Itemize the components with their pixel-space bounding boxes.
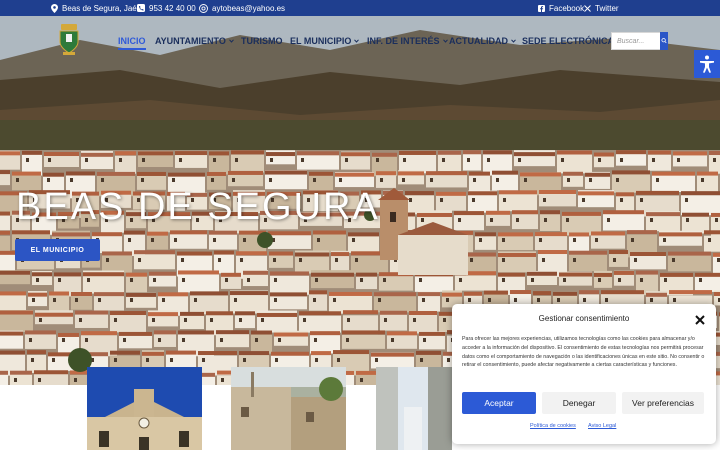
menu-item-label[interactable]: EL MUNICIPIO bbox=[290, 36, 351, 46]
street-photo bbox=[231, 367, 346, 450]
menu-item-ayuntamiento[interactable]: AYUNTAMIENTO bbox=[155, 36, 234, 46]
menu-item-el-municipio[interactable]: EL MUNICIPIO bbox=[290, 36, 360, 46]
deny-button[interactable]: Denegar bbox=[542, 392, 616, 414]
accessibility-button[interactable] bbox=[694, 50, 720, 78]
menu-item-label[interactable]: TURISMO bbox=[241, 36, 283, 46]
twitter-link[interactable]: Twitter bbox=[584, 0, 619, 16]
hero-title: BEAS DE SEGURA bbox=[16, 186, 380, 228]
location-item: Beas de Segura, Jaén bbox=[51, 0, 141, 16]
at-sign-icon bbox=[199, 3, 208, 13]
phone-icon bbox=[137, 4, 145, 12]
location-text: Beas de Segura, Jaén bbox=[62, 3, 142, 13]
el-municipio-button[interactable]: EL MUNICIPIO bbox=[15, 239, 100, 261]
card-alley-image[interactable] bbox=[376, 367, 452, 450]
accept-button[interactable]: Aceptar bbox=[462, 392, 536, 414]
legal-notice-link[interactable]: Aviso Legal bbox=[588, 423, 616, 429]
menu-item-inf-interes[interactable]: INF. DE INTERÉS bbox=[367, 36, 448, 46]
view-preferences-button[interactable]: Ver preferencias bbox=[622, 392, 704, 414]
menu-item-sede-electronica[interactable]: SEDE ELECTRÓNICA bbox=[522, 36, 614, 46]
facebook-link[interactable]: Facebook bbox=[538, 0, 584, 16]
chevron-down-icon bbox=[442, 39, 448, 43]
chevron-down-icon bbox=[228, 39, 234, 43]
top-info-bar: Beas de Segura, Jaén 953 42 40 00 aytobe… bbox=[0, 0, 720, 16]
search-icon bbox=[661, 38, 667, 44]
card-town-hall-image[interactable] bbox=[87, 367, 202, 450]
accessibility-icon bbox=[700, 55, 714, 73]
menu-item-turismo[interactable]: TURISMO bbox=[241, 36, 283, 46]
town-hall-photo bbox=[87, 367, 202, 450]
cookie-description: Para ofrecer las mejores experiencias, u… bbox=[462, 336, 705, 369]
menu-item-label[interactable]: INICIO bbox=[118, 36, 146, 46]
email-item[interactable]: aytobeas@yahoo.es bbox=[199, 0, 285, 16]
phone-item[interactable]: 953 42 40 00 bbox=[137, 0, 196, 16]
twitter-label[interactable]: Twitter bbox=[595, 4, 619, 13]
close-dialog-button[interactable] bbox=[694, 313, 706, 325]
menu-item-label[interactable]: INF. DE INTERÉS bbox=[367, 36, 440, 46]
menu-item-label[interactable]: ACTUALIDAD bbox=[449, 36, 508, 46]
municipal-shield-logo[interactable] bbox=[58, 24, 80, 56]
phone-text[interactable]: 953 42 40 00 bbox=[149, 4, 196, 13]
search-button[interactable] bbox=[660, 32, 668, 50]
facebook-icon bbox=[538, 4, 545, 12]
chevron-down-icon bbox=[511, 39, 516, 43]
cookie-consent-dialog: Gestionar consentimiento Para ofrecer la… bbox=[452, 304, 716, 444]
card-street-image[interactable] bbox=[231, 367, 346, 450]
chevron-down-icon bbox=[354, 39, 360, 43]
cookie-dialog-title: Gestionar consentimiento bbox=[538, 314, 630, 323]
x-twitter-icon bbox=[584, 4, 591, 12]
alley-photo bbox=[376, 367, 452, 450]
menu-item-actualidad[interactable]: ACTUALIDAD bbox=[449, 36, 516, 46]
menu-item-inicio[interactable]: INICIO bbox=[118, 36, 146, 50]
location-pin-icon bbox=[51, 3, 58, 13]
cookie-policy-link[interactable]: Política de cookies bbox=[530, 423, 576, 429]
menu-item-label[interactable]: AYUNTAMIENTO bbox=[155, 36, 226, 46]
facebook-label[interactable]: Facebook bbox=[549, 4, 584, 13]
close-icon bbox=[695, 315, 705, 325]
menu-item-label[interactable]: SEDE ELECTRÓNICA bbox=[522, 36, 614, 46]
email-text[interactable]: aytobeas@yahoo.es bbox=[212, 4, 285, 13]
